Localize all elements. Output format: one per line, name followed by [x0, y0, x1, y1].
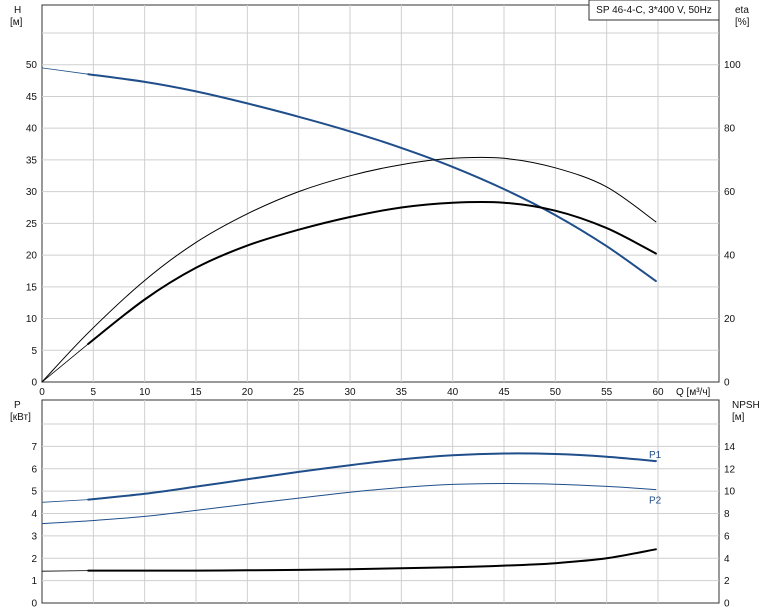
x-tick-label: 10 [139, 387, 151, 398]
x-tick-label: 5 [91, 387, 97, 398]
x-tick-label: 25 [293, 387, 305, 398]
x-tick-label: 50 [550, 387, 562, 398]
series-line-1 [41, 67, 89, 75]
y-right-tick-label: 14 [724, 442, 736, 453]
x-tick-label: 15 [190, 387, 202, 398]
series-p1-0 [87, 452, 657, 501]
plot-frame [41, 399, 720, 604]
y-left-axis-unit: [кВт] [10, 412, 31, 423]
y-right-axis-label: eta [735, 5, 749, 16]
y-left-tick-label: 0 [31, 599, 37, 610]
x-axis-label: Q [м³/ч] [676, 387, 711, 398]
y-left-tick-label: 15 [26, 282, 38, 293]
x-tick-label: 30 [344, 387, 356, 398]
y-left-axis-label: P [14, 400, 21, 411]
y-left-tick-label: 50 [26, 60, 38, 71]
series-line-3 [87, 548, 657, 572]
series-label-p2: P2 [649, 496, 662, 507]
y-right-axis-label: NPSH [732, 400, 760, 411]
y-right-tick-label: 10 [724, 487, 736, 498]
chart-title: SP 46-4-C, 3*400 V, 50Hz [596, 5, 712, 16]
series-line-0 [87, 73, 657, 283]
y-left-tick-label: 45 [26, 92, 38, 103]
y-left-tick-label: 35 [26, 155, 38, 166]
power-npsh-chart: 0123456702468101214P[кВт]NPSH[м]P1P2 [10, 399, 760, 610]
series-label-p1: P1 [649, 450, 662, 461]
y-right-tick-label: 60 [724, 187, 736, 198]
x-tick-label: 55 [601, 387, 613, 398]
x-tick-label: 45 [498, 387, 510, 398]
x-tick-label: 60 [652, 387, 664, 398]
y-left-tick-label: 1 [31, 576, 37, 587]
series-line-4 [41, 570, 89, 572]
y-left-tick-label: 30 [26, 187, 38, 198]
y-right-tick-label: 40 [724, 251, 736, 262]
x-tick-label: 35 [396, 387, 408, 398]
y-left-axis-unit: [м] [10, 17, 23, 28]
y-left-tick-label: 10 [26, 314, 38, 325]
y-left-tick-label: 40 [26, 124, 38, 135]
y-right-tick-label: 100 [724, 60, 741, 71]
y-right-tick-label: 2 [724, 576, 730, 587]
y-right-tick-label: 0 [724, 378, 730, 389]
y-right-tick-label: 8 [724, 509, 730, 520]
series-line-2 [41, 156, 657, 383]
y-left-tick-label: 0 [31, 378, 37, 389]
series-line-4 [41, 343, 89, 383]
y-right-tick-label: 20 [724, 314, 736, 325]
y-right-tick-label: 6 [724, 531, 730, 542]
y-left-axis-label: H [14, 5, 21, 16]
y-right-tick-label: 4 [724, 554, 730, 565]
series-line-1 [41, 499, 89, 503]
y-left-tick-label: 3 [31, 531, 37, 542]
series-p2-2 [41, 482, 657, 525]
y-right-axis-unit: [м] [732, 412, 745, 423]
y-left-tick-label: 5 [31, 487, 37, 498]
y-right-tick-label: 12 [724, 464, 736, 475]
x-tick-label: 40 [447, 387, 459, 398]
y-left-tick-label: 4 [31, 509, 37, 520]
y-right-axis-unit: [%] [735, 17, 750, 28]
y-left-tick-label: 6 [31, 464, 37, 475]
y-left-tick-label: 2 [31, 554, 37, 565]
pump-performance-chart: 0 5 10 15 20 25 30 35 40 45 50 55 600510152025303540… [10, 0, 760, 610]
y-left-tick-label: 5 [31, 346, 37, 357]
y-left-tick-label: 20 [26, 251, 38, 262]
x-tick-label: 20 [242, 387, 254, 398]
y-left-tick-label: 25 [26, 219, 38, 230]
y-right-tick-label: 80 [724, 124, 736, 135]
x-tick-label: 0 [39, 387, 45, 398]
y-left-tick-label: 7 [31, 442, 37, 453]
y-right-tick-label: 0 [724, 599, 730, 610]
head-efficiency-chart: 0 5 10 15 20 25 30 35 40 45 50 55 60 0 5 10 15 20 25 30 35 40… [10, 0, 750, 398]
